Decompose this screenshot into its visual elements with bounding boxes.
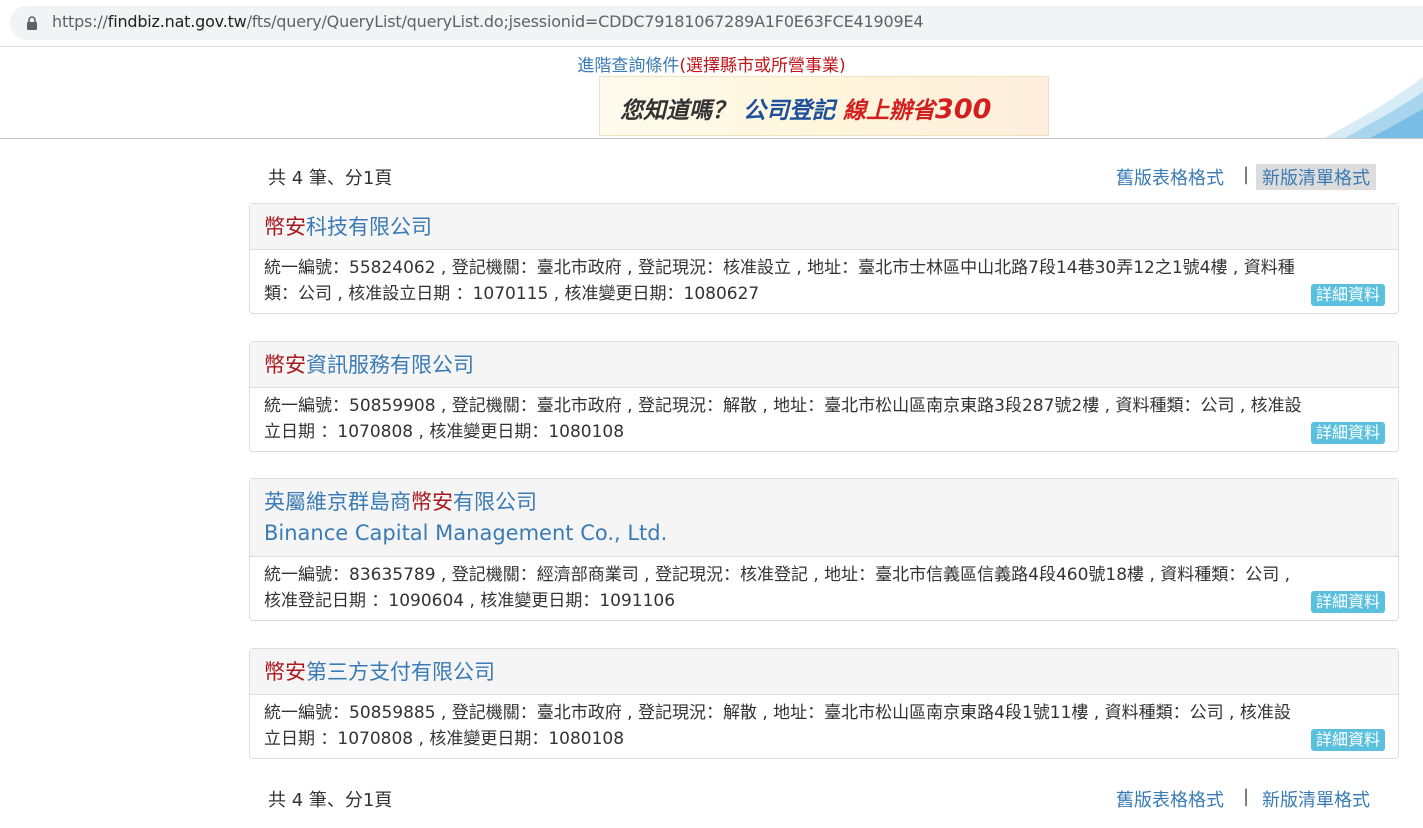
- result-card-body: 統一編號：55824062 , 登記機關：臺北市政府 , 登記現況：核准設立 ,…: [250, 250, 1398, 313]
- result-card-body: 統一編號：83635789 , 登記機關：經濟部商業司 , 登記現況：核准登記 …: [250, 557, 1398, 620]
- result-card-body: 統一編號：50859908 , 登記機關：臺北市政府 , 登記現況：解散 , 地…: [250, 388, 1398, 451]
- company-name-highlight: 幣安: [264, 215, 306, 239]
- company-info-line: 統一編號：55824062 , 登記機關：臺北市政府 , 登記現況：核准設立 ,…: [264, 258, 1295, 278]
- wave-decoration-icon: [1324, 77, 1423, 138]
- detail-button[interactable]: 詳細資料: [1310, 422, 1385, 444]
- page-header: 進階查詢條件(選擇縣市或所營事業) 您知道嗎？ 公司登記 線上辦省300: [0, 47, 1423, 139]
- url-scheme: https://: [52, 12, 108, 31]
- company-name-link[interactable]: 幣安資訊服務有限公司: [264, 350, 1384, 380]
- company-info-line: 統一編號：83635789 , 登記機關：經濟部商業司 , 登記現況：核准登記 …: [264, 565, 1291, 585]
- company-name-highlight: 幣安: [411, 490, 453, 514]
- detail-button[interactable]: 詳細資料: [1310, 591, 1385, 613]
- company-name-english[interactable]: Binance Capital Management Co., Ltd.: [264, 517, 1384, 549]
- advanced-search-link[interactable]: 進階查詢條件(選擇縣市或所營事業): [0, 51, 1423, 76]
- company-info-line: 統一編號：50859885 , 登記機關：臺北市政府 , 登記現況：解散 , 地…: [264, 703, 1291, 723]
- result-summary-top: 共 4 筆、分1頁: [268, 168, 393, 189]
- result-card-header: 幣安科技有限公司: [250, 204, 1398, 250]
- result-card-body: 統一編號：50859885 , 登記機關：臺北市政府 , 登記現況：解散 , 地…: [250, 695, 1398, 758]
- browser-address-bar: https://findbiz.nat.gov.tw/fts/query/Que…: [0, 0, 1423, 47]
- format-separator-bottom: |: [1243, 786, 1250, 807]
- detail-button[interactable]: 詳細資料: [1310, 729, 1385, 751]
- result-card-header: 英屬維京群島商幣安有限公司 Binance Capital Management…: [250, 479, 1398, 557]
- company-name-suffix: 第三方支付有限公司: [306, 660, 495, 684]
- result-card: 幣安科技有限公司 統一編號：55824062 , 登記機關：臺北市政府 , 登記…: [249, 203, 1399, 314]
- banner-question: 您知道嗎？: [620, 98, 735, 124]
- url-path: /fts/query/QueryList/queryList.do;jsessi…: [246, 12, 924, 31]
- company-info-line: 統一編號：50859908 , 登記機關：臺北市政府 , 登記現況：解散 , 地…: [264, 396, 1302, 416]
- result-summary-bottom: 共 4 筆、分1頁: [268, 790, 393, 811]
- lock-icon: [27, 16, 37, 30]
- banner-registration: 公司登記: [743, 98, 836, 124]
- result-card-header: 幣安第三方支付有限公司: [250, 649, 1398, 695]
- result-card: 英屬維京群島商幣安有限公司 Binance Capital Management…: [249, 478, 1399, 621]
- url-text[interactable]: https://findbiz.nat.gov.tw/fts/query/Que…: [52, 12, 924, 31]
- result-card: 幣安第三方支付有限公司 統一編號：50859885 , 登記機關：臺北市政府 ,…: [249, 648, 1399, 759]
- old-format-link-bottom[interactable]: 舊版表格格式: [1116, 786, 1224, 812]
- company-name-suffix: 有限公司: [453, 490, 537, 514]
- result-card-header: 幣安資訊服務有限公司: [250, 342, 1398, 388]
- company-info-line: 類：公司 , 核准設立日期 ：1070115 , 核准變更日期：1080627: [264, 284, 760, 304]
- company-name-link[interactable]: 英屬維京群島商幣安有限公司: [264, 487, 1384, 517]
- advanced-search-note[interactable]: (選擇縣市或所營事業): [679, 56, 845, 76]
- company-name-highlight: 幣安: [264, 660, 306, 684]
- url-host: findbiz.nat.gov.tw: [107, 12, 247, 31]
- company-info-line: 核准登記日期 ：1090604 , 核准變更日期：1091106: [264, 591, 676, 611]
- banner-text: 您知道嗎？ 公司登記 線上辦省300: [620, 91, 991, 125]
- detail-button[interactable]: 詳細資料: [1310, 284, 1385, 306]
- banner-amount: 300: [935, 94, 992, 125]
- company-name-link[interactable]: 幣安科技有限公司: [264, 212, 1384, 242]
- company-info-line: 立日期 ：1070808 , 核准變更日期：1080108: [264, 729, 625, 749]
- result-card: 幣安資訊服務有限公司 統一編號：50859908 , 登記機關：臺北市政府 , …: [249, 341, 1399, 452]
- old-format-link-top[interactable]: 舊版表格格式: [1116, 164, 1224, 190]
- promo-banner[interactable]: 您知道嗎？ 公司登記 線上辦省300: [599, 76, 1049, 136]
- company-name-prefix: 英屬維京群島商: [264, 490, 411, 514]
- banner-save: 線上辦省: [843, 98, 936, 124]
- new-format-link-bottom[interactable]: 新版清單格式: [1262, 786, 1370, 812]
- company-name-suffix: 科技有限公司: [306, 215, 432, 239]
- company-name-highlight: 幣安: [264, 353, 306, 377]
- company-info-line: 立日期 ：1070808 , 核准變更日期：1080108: [264, 422, 625, 442]
- format-separator-top: |: [1243, 164, 1250, 185]
- company-name-suffix: 資訊服務有限公司: [306, 353, 474, 377]
- new-format-link-top[interactable]: 新版清單格式: [1256, 164, 1376, 190]
- company-name-link[interactable]: 幣安第三方支付有限公司: [264, 657, 1384, 687]
- advanced-search-label[interactable]: 進階查詢條件: [577, 56, 679, 76]
